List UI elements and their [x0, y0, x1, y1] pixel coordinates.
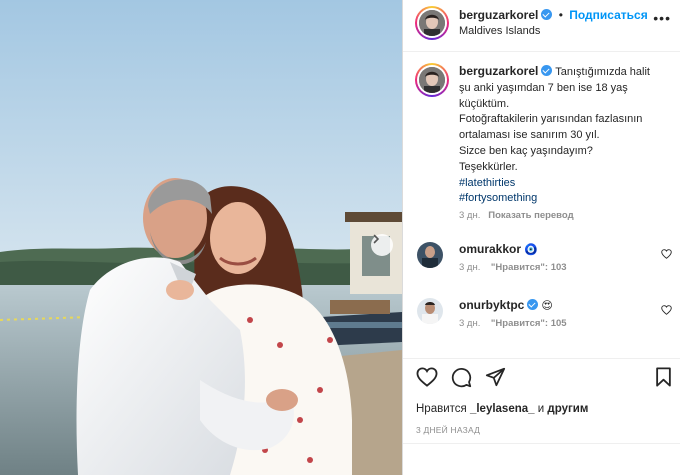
follow-button[interactable]: Подписаться — [569, 8, 647, 22]
caption-line: Tanıştığımızda halit — [555, 66, 650, 78]
author-username[interactable]: berguzarkorel — [459, 8, 538, 22]
caption-line: ortalaması ise sanırım 30 yıl. — [459, 129, 600, 142]
comment-likes[interactable]: "Нравится": 105 — [491, 318, 567, 329]
comment-text: omurakkor 🧿 — [459, 242, 538, 256]
caption-line: küçüktüm. — [459, 97, 510, 110]
separator-dot: • — [558, 8, 563, 22]
comment-item: onurbyktpc 😍 3 дн. "Нравится": 105 — [403, 298, 680, 348]
comment-text: onurbyktpc 😍 — [459, 298, 553, 312]
comment-like-heart-icon[interactable] — [661, 249, 672, 259]
post-caption: berguzarkorel Tanıştığımızda halit şu an… — [459, 64, 671, 207]
avatar-image — [419, 10, 445, 36]
hashtag-link[interactable]: #fortysomething — [459, 191, 671, 207]
commenter-username[interactable]: onurbyktpc — [459, 298, 524, 312]
verified-badge-icon — [541, 65, 553, 76]
header-user-line: berguzarkorel • Подписаться — [459, 8, 648, 22]
caption-meta: 3 дн. Показать перевод — [459, 210, 574, 221]
avatar-image — [419, 67, 445, 93]
likes-and: и — [537, 403, 545, 415]
show-translation-button[interactable]: Показать перевод — [488, 210, 573, 221]
caption-line: şu anki yaşımdan 7 ben ise 18 yaş — [459, 81, 628, 94]
location-link[interactable]: Maldives Islands — [459, 25, 540, 37]
avatar-image — [417, 298, 443, 324]
liked-by-user[interactable]: _leylasena_ — [470, 403, 535, 415]
likes-prefix: Нравится — [416, 403, 467, 415]
commenter-avatar[interactable] — [417, 242, 443, 268]
verified-badge-icon — [541, 9, 553, 20]
comment-emoji: 😍 — [541, 300, 553, 312]
comment-time[interactable]: 3 дн. — [459, 318, 480, 329]
author-avatar[interactable] — [415, 6, 449, 40]
divider — [403, 443, 680, 444]
caption-line: Sizce ben kaç yaşındayım? — [459, 144, 593, 157]
avatar-image — [417, 242, 443, 268]
comment-like-heart-icon[interactable] — [661, 305, 672, 315]
post-timestamp[interactable]: 3 ДНЕЙ НАЗАД — [416, 425, 480, 435]
chevron-right-icon — [373, 234, 380, 244]
post-photo[interactable] — [0, 0, 402, 475]
verified-badge-icon — [527, 299, 539, 310]
comment-meta: 3 дн. "Нравится": 105 — [459, 318, 567, 329]
heart-icon[interactable] — [416, 367, 438, 387]
bookmark-icon[interactable] — [655, 367, 672, 387]
comment-meta: 3 дн. "Нравится": 103 — [459, 262, 567, 273]
caption-author-username[interactable]: berguzarkorel — [459, 64, 538, 78]
comment-emoji: 🧿 — [524, 244, 538, 256]
commenter-username[interactable]: omurakkor — [459, 242, 521, 256]
caption-author-avatar[interactable] — [415, 63, 449, 97]
post-header: berguzarkorel • Подписаться Maldives Isl… — [403, 0, 680, 52]
liked-by-others[interactable]: другим — [547, 403, 588, 415]
comment-time[interactable]: 3 дн. — [459, 262, 480, 273]
share-icon[interactable] — [485, 367, 506, 387]
next-photo-button[interactable] — [371, 234, 393, 256]
divider — [403, 358, 680, 359]
commenter-avatar[interactable] — [417, 298, 443, 324]
caption-time[interactable]: 3 дн. — [459, 210, 480, 221]
caption-line: Teşekkürler. — [459, 160, 518, 173]
comment-likes[interactable]: "Нравится": 103 — [491, 262, 567, 273]
photo-illustration — [0, 0, 402, 475]
likes-summary: Нравится _leylasena_ и другим — [416, 403, 588, 415]
instagram-post: berguzarkorel • Подписаться Maldives Isl… — [0, 0, 680, 475]
comments-area[interactable]: berguzarkorel Tanıştığımızda halit şu an… — [403, 53, 680, 358]
action-bar — [403, 364, 680, 392]
comment-item: omurakkor 🧿 3 дн. "Нравится": 103 — [403, 242, 680, 292]
more-options-icon[interactable]: ••• — [653, 10, 671, 26]
post-panel: berguzarkorel • Подписаться Maldives Isl… — [402, 0, 680, 475]
caption-line: Fotoğraftakilerin yarısından fazlasının — [459, 113, 643, 126]
comment-icon[interactable] — [451, 367, 472, 388]
hashtag-link[interactable]: #latethirties — [459, 176, 671, 192]
